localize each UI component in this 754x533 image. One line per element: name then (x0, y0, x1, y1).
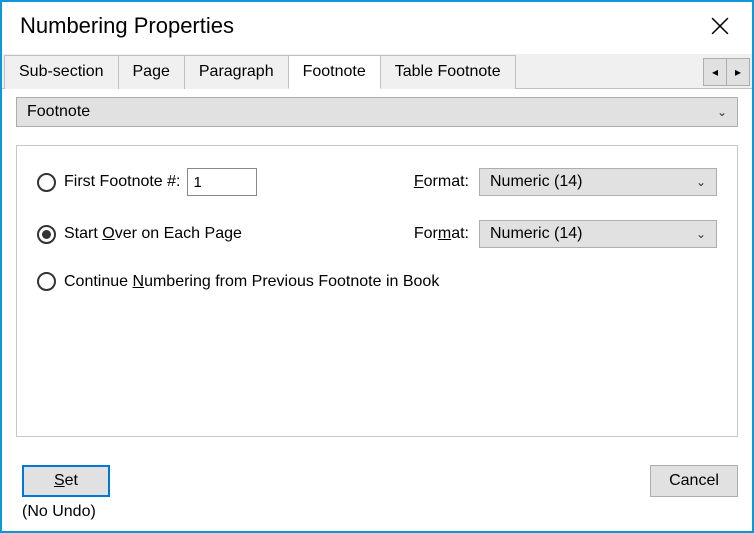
format2-value: Numeric (14) (490, 225, 582, 243)
tab-scroll-controls: ◂ ▸ (704, 58, 750, 86)
radio-icon (37, 272, 56, 291)
row-first-footnote: First Footnote #: Format: Numeric (14) ⌄ (37, 168, 717, 196)
radio-continue-label: Continue Numbering from Previous Footnot… (64, 273, 439, 291)
no-undo-hint: (No Undo) (2, 501, 752, 531)
options-group: First Footnote #: Format: Numeric (14) ⌄… (16, 145, 738, 437)
chevron-down-icon: ⌄ (696, 227, 706, 241)
dialog-window: Numbering Properties Sub-section Page Pa… (0, 0, 754, 533)
tab-footnote[interactable]: Footnote (288, 55, 381, 89)
format1-label: Format: (414, 173, 469, 191)
format2-label: Format: (414, 225, 469, 243)
first-footnote-number-input[interactable] (187, 168, 257, 196)
radio-start-over[interactable]: Start Over on Each Page (37, 225, 242, 244)
tab-page[interactable]: Page (118, 55, 185, 89)
cancel-button[interactable]: Cancel (650, 465, 738, 497)
format1-select[interactable]: Numeric (14) ⌄ (479, 168, 717, 196)
tab-scroll-right[interactable]: ▸ (726, 58, 750, 86)
format1-value: Numeric (14) (490, 173, 582, 191)
tab-table-footnote[interactable]: Table Footnote (380, 55, 516, 89)
radio-first-footnote-label: First Footnote #: (64, 173, 181, 191)
close-icon (711, 17, 729, 35)
titlebar: Numbering Properties (2, 2, 752, 54)
tab-sub-section[interactable]: Sub-section (4, 55, 119, 89)
section-selector[interactable]: Footnote ⌄ (16, 97, 738, 127)
chevron-down-icon: ⌄ (717, 105, 727, 119)
radio-start-over-label: Start Over on Each Page (64, 225, 242, 243)
close-button[interactable] (702, 8, 738, 44)
row-continue: Continue Numbering from Previous Footnot… (37, 272, 717, 291)
section-selector-label: Footnote (27, 103, 90, 121)
radio-first-footnote[interactable]: First Footnote #: (37, 173, 181, 192)
tab-scroll-left[interactable]: ◂ (703, 58, 727, 86)
radio-continue[interactable]: Continue Numbering from Previous Footnot… (37, 272, 439, 291)
tabstrip: Sub-section Page Paragraph Footnote Tabl… (2, 54, 752, 89)
set-button[interactable]: Set (22, 465, 110, 497)
radio-icon (37, 225, 56, 244)
format2-select[interactable]: Numeric (14) ⌄ (479, 220, 717, 248)
dialog-title: Numbering Properties (20, 13, 234, 39)
chevron-down-icon: ⌄ (696, 175, 706, 189)
radio-icon (37, 173, 56, 192)
tab-panel-footnote: Footnote ⌄ First Footnote #: Format: Num… (2, 89, 752, 451)
tab-paragraph[interactable]: Paragraph (184, 55, 289, 89)
row-start-over: Start Over on Each Page Format: Numeric … (37, 220, 717, 248)
button-bar: Set Cancel (2, 451, 752, 501)
